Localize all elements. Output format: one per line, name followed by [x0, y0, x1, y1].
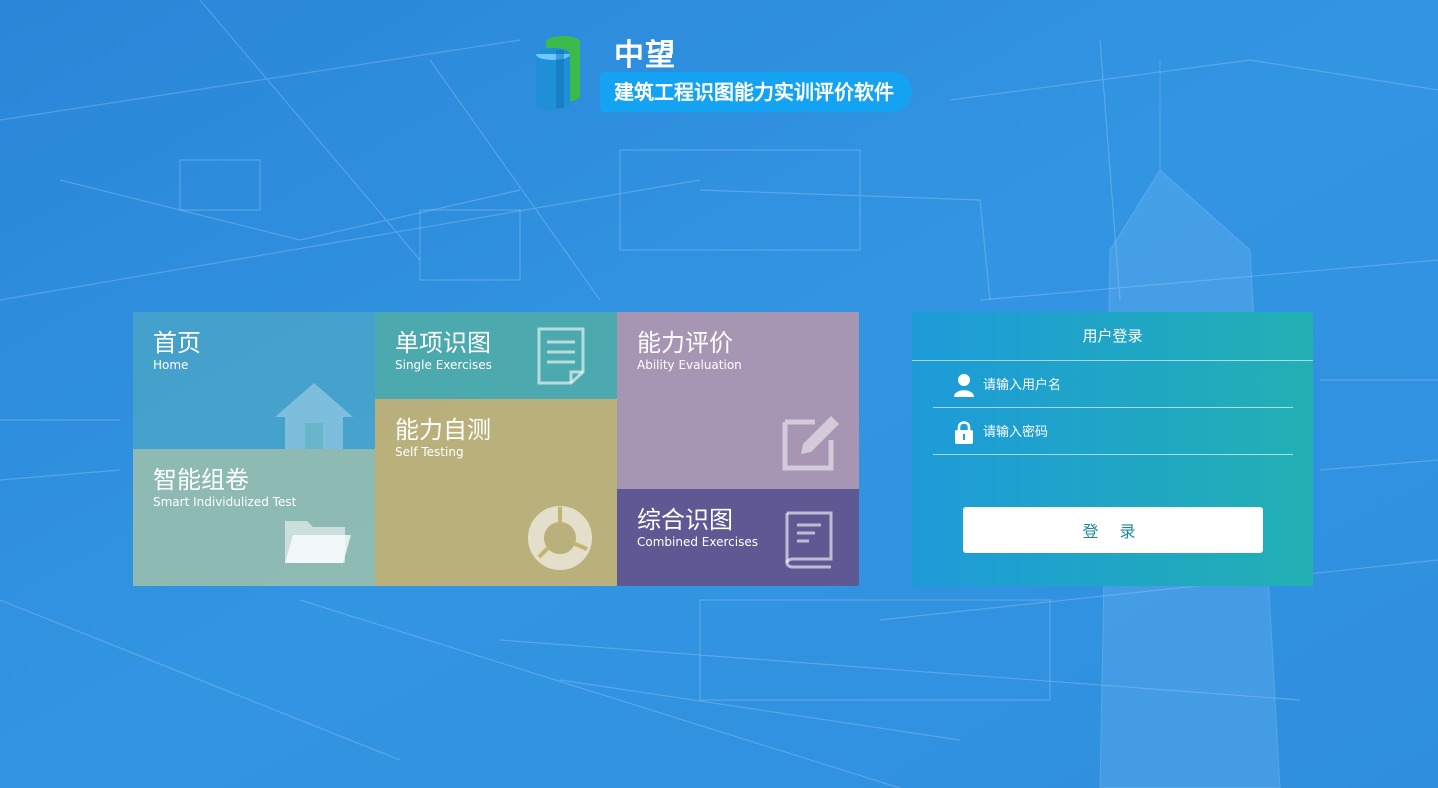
document-icon: [537, 327, 585, 385]
tile-title: 智能组卷: [153, 466, 249, 494]
login-panel: 用户登录 登 录: [912, 312, 1313, 586]
tile-title: 首页: [153, 329, 201, 357]
tile-title: 能力评价: [637, 329, 733, 357]
app-subtitle: 建筑工程识图能力实训评价软件: [600, 72, 912, 112]
tile-ability-evaluation[interactable]: 能力评价 Ability Evaluation: [617, 312, 859, 489]
username-field: [933, 361, 1293, 408]
tile-subtitle: Self Testing: [395, 445, 464, 459]
book-icon: [785, 511, 833, 569]
scroll-logo-icon: [536, 36, 580, 110]
tile-subtitle: Combined Exercises: [637, 535, 758, 549]
login-title: 用户登录: [912, 312, 1313, 361]
tile-subtitle: Ability Evaluation: [637, 358, 742, 372]
brand-name: 中望: [614, 38, 676, 73]
tile-subtitle: Single Exercises: [395, 358, 492, 372]
house-icon: [275, 383, 353, 449]
username-input[interactable]: [981, 370, 1285, 400]
tile-combined-exercises[interactable]: 综合识图 Combined Exercises: [617, 489, 859, 586]
password-input[interactable]: [981, 417, 1285, 447]
tile-subtitle: Smart Individulized Test: [153, 495, 297, 509]
folder-icon: [285, 521, 351, 563]
tile-self-testing[interactable]: 能力自测 Self Testing: [375, 399, 617, 586]
tile-single-exercises[interactable]: 单项识图 Single Exercises: [375, 312, 617, 399]
donut-chart-icon: [528, 506, 592, 570]
tile-smart-test[interactable]: 智能组卷 Smart Individulized Test: [133, 449, 375, 586]
tile-title: 综合识图: [637, 506, 733, 534]
lock-icon: [955, 421, 973, 444]
login-button[interactable]: 登 录: [963, 507, 1263, 553]
tile-home[interactable]: 首页 Home: [133, 312, 375, 449]
tile-title: 单项识图: [395, 329, 491, 357]
user-icon: [954, 374, 974, 397]
tile-title: 能力自测: [395, 416, 491, 444]
edit-pencil-icon: [782, 416, 839, 471]
password-field: [933, 408, 1293, 455]
tile-subtitle: Home: [153, 358, 189, 372]
